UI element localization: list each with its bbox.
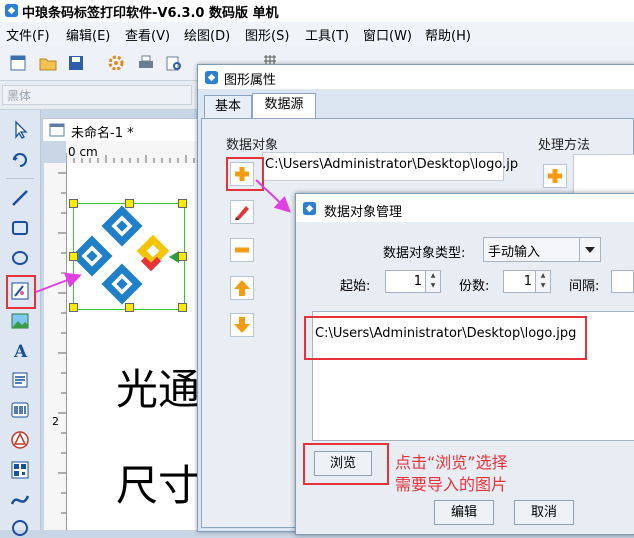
new-icon[interactable]: [8, 53, 28, 73]
print-icon[interactable]: [136, 53, 156, 73]
rectangle-tool-icon[interactable]: [10, 218, 30, 238]
cancel-button[interactable]: 取消: [514, 500, 574, 525]
label-text-line1[interactable]: 光通: [116, 356, 200, 417]
data-manager-titlebar: 数据对象管理: [296, 194, 634, 222]
annotation-line1: 点击“浏览”选择: [395, 453, 508, 472]
selection-box: [69, 199, 187, 312]
ellipse-tool-icon[interactable]: [10, 248, 30, 268]
menu-edit[interactable]: 编辑(E): [66, 25, 110, 44]
chevron-down-icon[interactable]: [579, 238, 600, 261]
label-text-line2[interactable]: 尺寸: [116, 452, 200, 513]
rich-text-tool-icon[interactable]: [10, 370, 30, 390]
shape-properties-title: 图形属性: [224, 73, 277, 88]
data-manager-title: 数据对象管理: [324, 205, 403, 220]
qrcode-tool-icon[interactable]: [10, 460, 30, 480]
data-object-label: 数据对象: [226, 138, 279, 153]
stepper-arrows-icon[interactable]: ▲ ▼: [535, 271, 550, 292]
interval-stepper[interactable]: [611, 270, 634, 293]
start-label: 起始:: [340, 279, 371, 294]
data-type-select[interactable]: 手动输入: [483, 237, 601, 262]
pencil-icon: [235, 206, 249, 220]
edit-button[interactable]: 编辑: [434, 500, 494, 525]
tab-basic[interactable]: 基本: [204, 95, 252, 118]
arrow-up-icon: [234, 280, 250, 296]
data-object-path[interactable]: C:\Users\Administrator\Desktop\logo.jp: [265, 157, 518, 172]
copies-value[interactable]: 1: [524, 274, 532, 289]
open-icon[interactable]: [38, 53, 58, 73]
vertical-ruler-ticks: [58, 172, 66, 514]
data-type-value: 手动输入: [488, 245, 541, 260]
move-down-button[interactable]: [230, 313, 254, 337]
menu-window[interactable]: 窗口(W): [363, 25, 412, 44]
content-highlight: [304, 316, 587, 360]
font-select[interactable]: 黑体: [2, 85, 192, 105]
start-stepper[interactable]: 1 ▲ ▼: [385, 270, 441, 293]
arc-tool-icon[interactable]: [10, 518, 30, 538]
menu-help[interactable]: 帮助(H): [425, 25, 471, 44]
barcode-tool-icon[interactable]: [10, 400, 30, 420]
start-value[interactable]: 1: [414, 274, 422, 289]
copies-stepper[interactable]: 1 ▲ ▼: [503, 270, 551, 293]
menu-draw[interactable]: 绘图(D): [184, 25, 230, 44]
process-method-label: 处理方法: [538, 138, 591, 153]
add-process-button[interactable]: [543, 164, 567, 188]
stepper-arrows-icon[interactable]: ▲ ▼: [425, 271, 440, 292]
window-title: 中琅条码标签打印软件-V6.3.0 数码版 单机: [22, 6, 279, 21]
interval-label: 间隔:: [569, 279, 600, 294]
menu-file[interactable]: 文件(F): [6, 25, 50, 44]
save-icon[interactable]: [66, 53, 86, 73]
minus-icon: [235, 247, 249, 253]
title-bar: 中琅条码标签打印软件-V6.3.0 数码版 单机: [0, 0, 634, 23]
plus-icon: [548, 169, 562, 183]
dialog-app-icon: [302, 201, 317, 216]
image-tool-highlight: [6, 275, 36, 309]
remove-data-object-button[interactable]: [230, 238, 254, 262]
rotate-icon[interactable]: [10, 148, 30, 168]
left-toolbox: A: [0, 110, 41, 536]
pointer-icon[interactable]: [10, 120, 30, 140]
copies-label: 份数:: [459, 279, 490, 294]
data-type-label: 数据对象类型:: [383, 246, 466, 261]
ruler-ticks: [66, 153, 195, 163]
menu-tools[interactable]: 工具(T): [305, 25, 349, 44]
tab-datasource[interactable]: 数据源: [252, 93, 316, 119]
menu-shape[interactable]: 图形(S): [245, 25, 289, 44]
browse-button-highlight: [303, 443, 389, 485]
horizontal-ruler: 0 cm: [66, 141, 200, 164]
annotation-line2: 需要导入的图片: [395, 475, 508, 494]
settings-icon[interactable]: [106, 53, 126, 73]
document-tab-label: 未命名-1 *: [71, 126, 134, 141]
add-button-highlight: [226, 157, 264, 191]
picture-tool-icon[interactable]: [10, 311, 30, 331]
vertical-ruler-label: 2: [52, 415, 59, 428]
app-logo-icon: [4, 3, 19, 18]
shape-tool-icon[interactable]: [10, 430, 30, 450]
data-object-list[interactable]: C:\Users\Administrator\Desktop\logo.jp: [262, 152, 518, 181]
menu-bar: 文件(F) 编辑(E) 查看(V) 绘图(D) 图形(S) 工具(T) 窗口(W…: [0, 22, 634, 46]
edit-data-object-button[interactable]: [230, 200, 254, 224]
document-tab[interactable]: 未命名-1 *: [42, 118, 202, 141]
menu-view[interactable]: 查看(V): [125, 25, 170, 44]
arrow-down-icon: [234, 317, 250, 333]
print-preview-icon[interactable]: [164, 53, 184, 73]
svg-text:A: A: [13, 342, 28, 360]
line-tool-icon[interactable]: [10, 188, 30, 208]
text-tool-icon[interactable]: A: [10, 340, 30, 360]
dialog-app-icon: [204, 70, 219, 85]
move-up-button[interactable]: [230, 276, 254, 300]
curve-tool-icon[interactable]: [10, 490, 30, 510]
document-icon: [49, 123, 65, 137]
shape-properties-titlebar: 图形属性: [198, 65, 634, 89]
vertical-ruler: 2: [44, 163, 67, 530]
